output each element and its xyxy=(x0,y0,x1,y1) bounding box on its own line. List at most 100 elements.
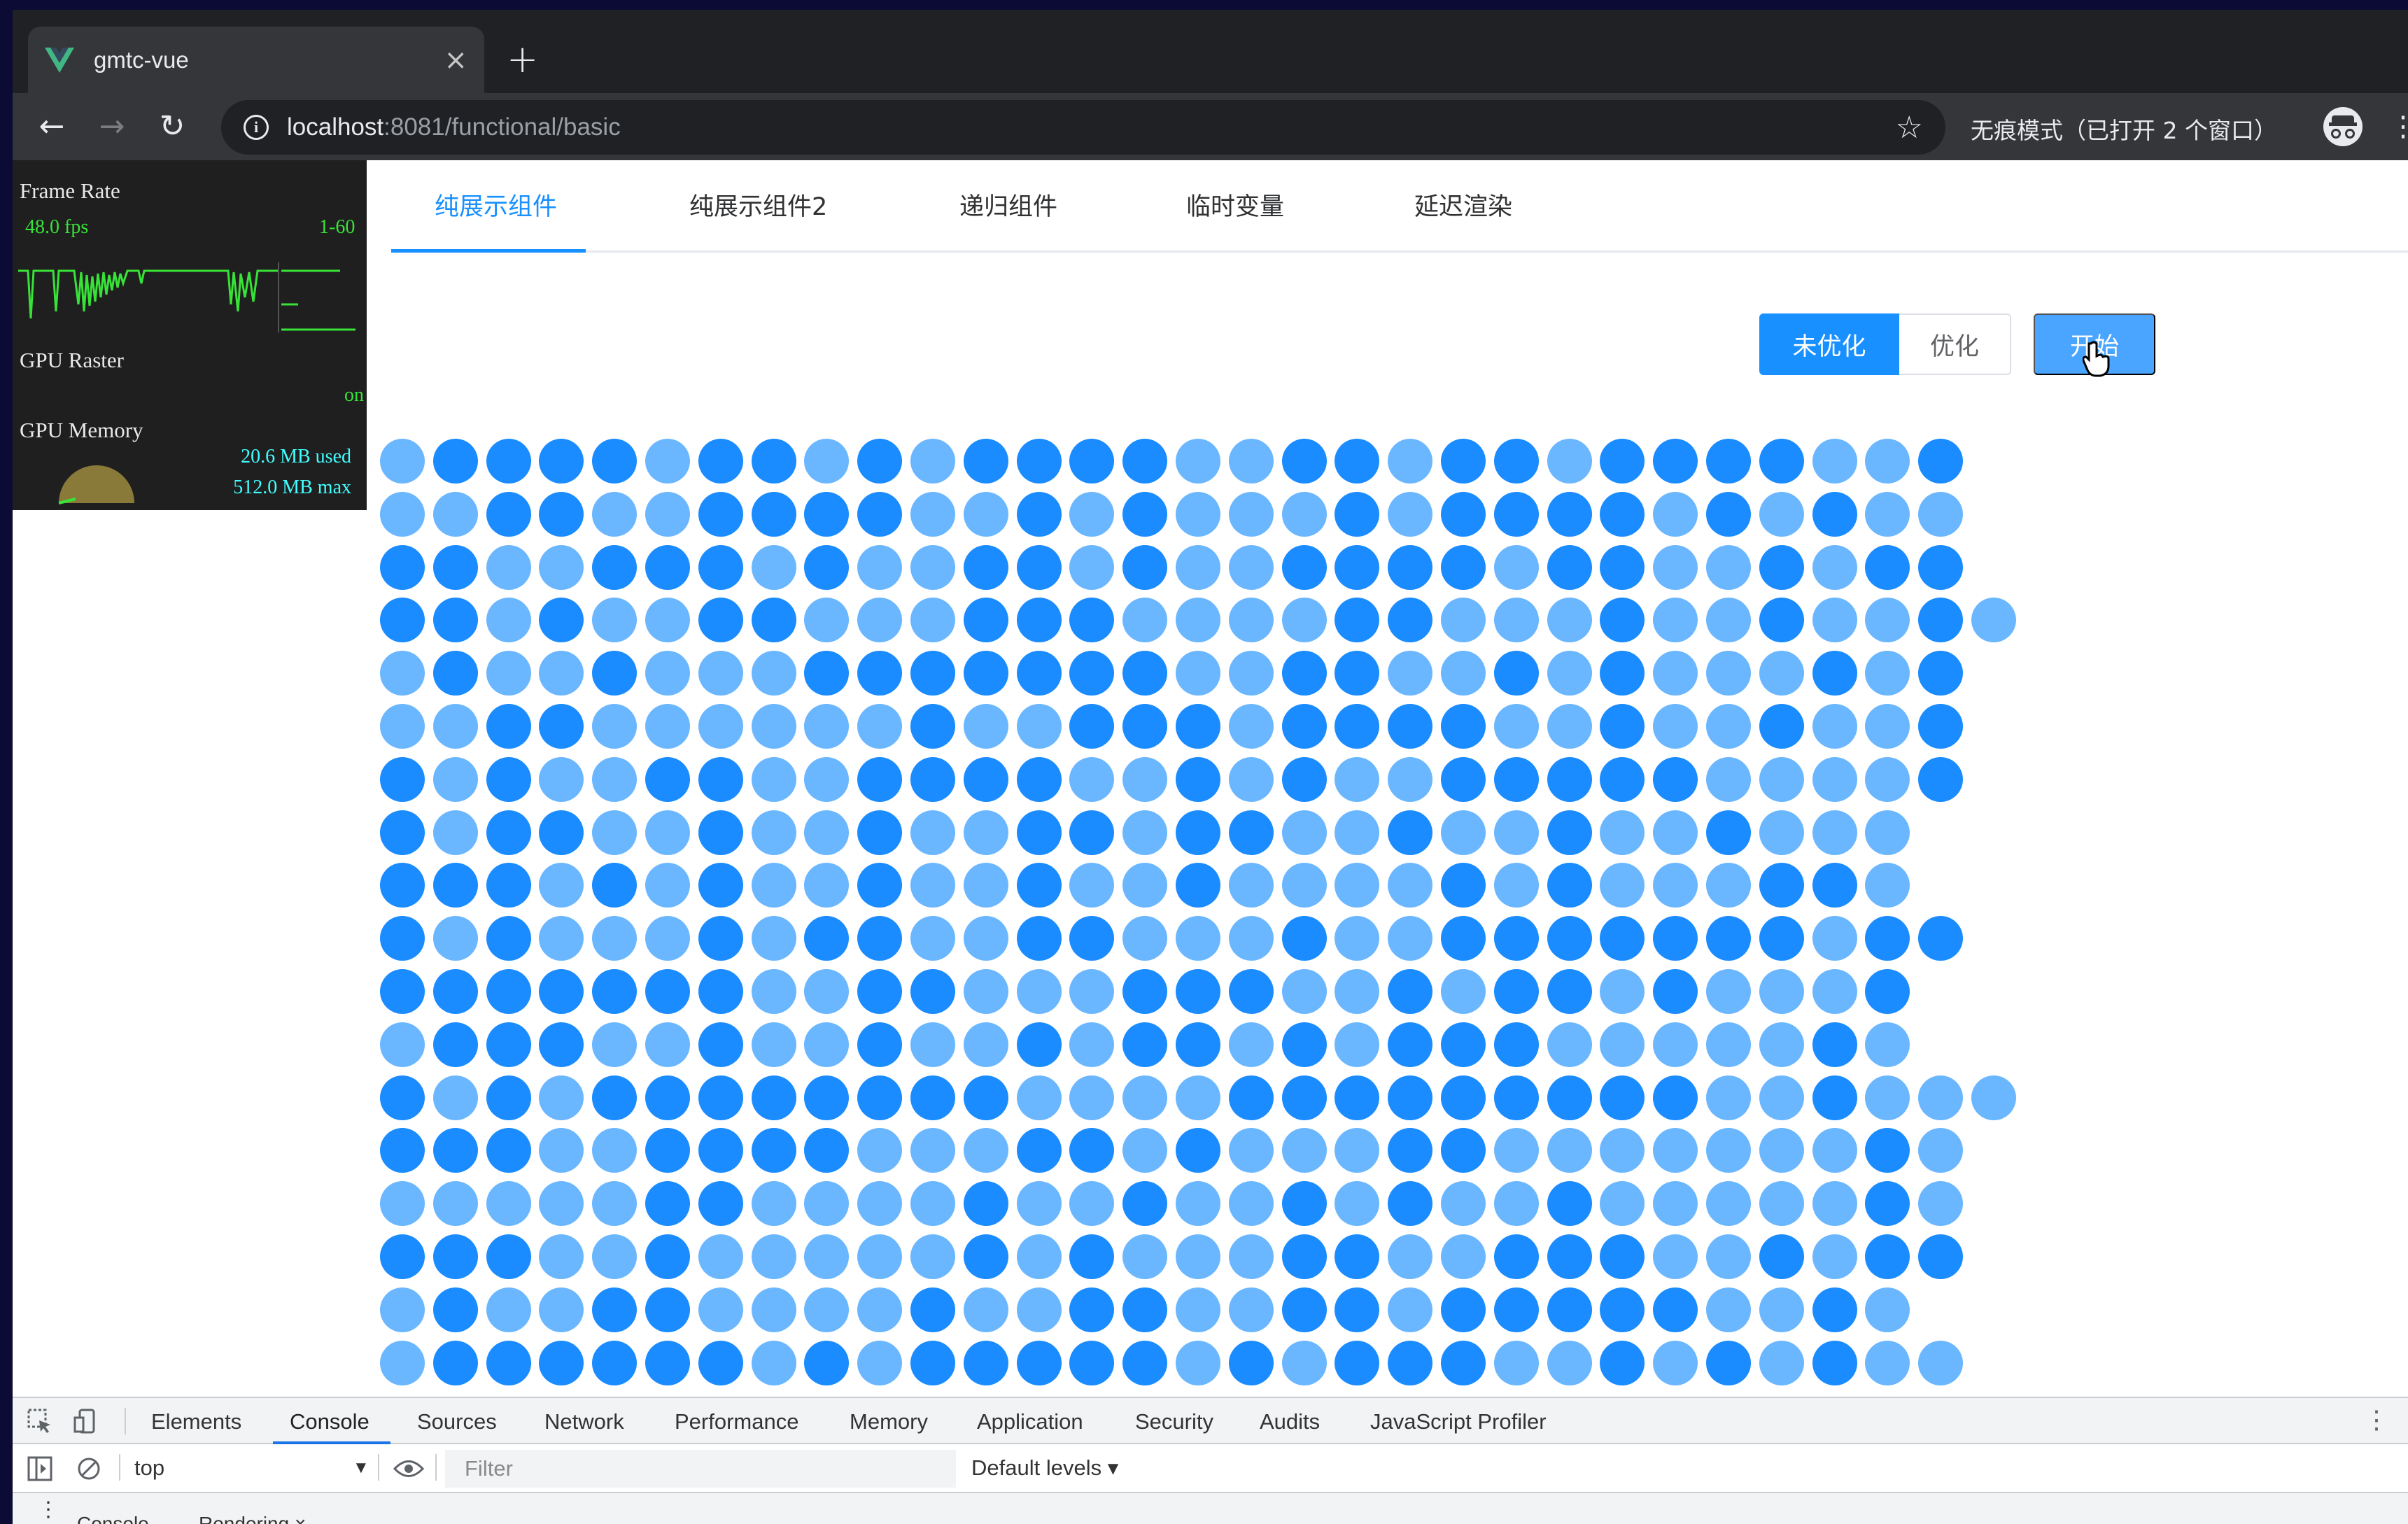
devtools-tab-bar: Elements Console Sources Network Performance… xyxy=(13,1398,2408,1444)
grid-dot xyxy=(752,810,796,855)
grid-dot xyxy=(1547,651,1592,696)
drawer-tab-console[interactable]: Console xyxy=(77,1513,149,1524)
grid-dot xyxy=(1706,1181,1751,1226)
grid-dot xyxy=(1547,1181,1592,1226)
devtools-tab-console[interactable]: Console xyxy=(290,1409,369,1434)
grid-dot xyxy=(1494,969,1539,1014)
tab-recursive[interactable]: 递归组件 xyxy=(959,187,1057,223)
grid-dot xyxy=(1122,757,1167,802)
grid-dot xyxy=(804,439,849,484)
new-tab-icon[interactable]: + xyxy=(507,41,538,78)
grid-dot xyxy=(1388,1128,1432,1173)
unoptimized-button[interactable]: 未优化 xyxy=(1759,313,1899,375)
grid-dot xyxy=(1335,1128,1379,1173)
tab-temp-variable[interactable]: 临时变量 xyxy=(1186,187,1284,223)
grid-dot xyxy=(1812,439,1857,484)
devtools-tab-performance[interactable]: Performance xyxy=(675,1409,798,1434)
tab-deferred-render[interactable]: 延迟渲染 xyxy=(1414,187,1512,223)
grid-dot xyxy=(698,598,743,642)
grid-dot xyxy=(1069,439,1114,484)
menu-icon[interactable]: ⋮ xyxy=(2389,108,2408,145)
grid-dot xyxy=(1441,916,1486,961)
devtools-tab-application[interactable]: Application xyxy=(977,1409,1083,1434)
address-bar[interactable]: i localhost:8081/functional/basic ☆ xyxy=(221,100,1945,155)
grid-dot xyxy=(1176,492,1220,537)
reload-icon[interactable]: ↻ xyxy=(153,107,192,146)
devtools-tab-audits[interactable]: Audits xyxy=(1260,1409,1320,1434)
grid-dot xyxy=(1122,439,1167,484)
drawer-menu-icon[interactable]: ⋮ xyxy=(38,1497,59,1522)
grid-dot xyxy=(645,1022,690,1067)
grid-dot xyxy=(752,1287,796,1332)
grid-dot xyxy=(1812,757,1857,802)
grid-dot xyxy=(1494,545,1539,590)
clear-console-icon[interactable] xyxy=(76,1455,102,1482)
grid-dot xyxy=(857,863,902,908)
grid-dot xyxy=(1335,1181,1379,1226)
grid-dot xyxy=(486,1128,531,1173)
grid-dot xyxy=(433,492,478,537)
grid-dot xyxy=(1865,704,1910,749)
inspect-element-icon[interactable] xyxy=(27,1408,53,1434)
grid-dot xyxy=(1388,969,1432,1014)
close-icon[interactable]: × xyxy=(444,46,467,74)
grid-dot xyxy=(1706,1287,1751,1332)
gpu-memory-label: GPU Memory xyxy=(20,418,143,442)
optimized-button[interactable]: 优化 xyxy=(1899,313,2011,375)
grid-dot xyxy=(857,1287,902,1332)
grid-dot xyxy=(1600,1287,1645,1332)
grid-dot xyxy=(698,704,743,749)
grid-dot xyxy=(1759,1022,1804,1067)
grid-dot xyxy=(1600,1075,1645,1120)
incognito-icon[interactable] xyxy=(2323,107,2363,146)
info-icon[interactable]: i xyxy=(244,115,269,140)
grid-dot xyxy=(1176,1234,1220,1279)
context-select[interactable]: top xyxy=(134,1455,164,1481)
grid-dot xyxy=(1759,545,1804,590)
grid-dot xyxy=(1229,1181,1274,1226)
eye-icon[interactable] xyxy=(393,1458,424,1479)
grid-dot xyxy=(1335,492,1379,537)
grid-dot xyxy=(645,1341,690,1385)
tab-pure-display[interactable]: 纯展示组件 xyxy=(435,187,557,223)
grid-dot xyxy=(1282,863,1327,908)
grid-dot xyxy=(592,969,637,1014)
console-filter-input[interactable] xyxy=(445,1450,956,1488)
grid-dot xyxy=(592,545,637,590)
grid-dot xyxy=(910,1287,955,1332)
url-text[interactable]: localhost:8081/functional/basic xyxy=(287,113,1896,141)
devtools-tab-sources[interactable]: Sources xyxy=(417,1409,497,1434)
star-icon[interactable]: ☆ xyxy=(1896,110,1923,146)
grid-dot xyxy=(1865,757,1910,802)
grid-dot xyxy=(1176,1341,1220,1385)
device-toolbar-icon[interactable] xyxy=(73,1408,99,1434)
grid-dot xyxy=(1865,439,1910,484)
back-arrow-icon[interactable]: ← xyxy=(32,107,71,146)
devtools-tab-memory[interactable]: Memory xyxy=(850,1409,928,1434)
grid-dot xyxy=(752,1181,796,1226)
grid-dot xyxy=(964,757,1008,802)
devtools-tab-javascript-profiler[interactable]: JavaScript Profiler xyxy=(1370,1409,1547,1434)
grid-dot xyxy=(698,757,743,802)
sidebar-toggle-icon[interactable] xyxy=(27,1455,53,1482)
chevron-down-icon[interactable]: ▼ xyxy=(353,1458,369,1478)
browser-tab[interactable]: gmtc-vue × xyxy=(28,27,484,93)
grid-dot xyxy=(1600,492,1645,537)
devtools-tab-security[interactable]: Security xyxy=(1135,1409,1213,1434)
grid-dot xyxy=(1441,598,1486,642)
devtools-tab-network[interactable]: Network xyxy=(544,1409,624,1434)
grid-dot xyxy=(1494,598,1539,642)
grid-dot xyxy=(592,598,637,642)
grid-dot xyxy=(1600,1341,1645,1385)
forward-arrow-icon[interactable]: → xyxy=(92,107,132,146)
grid-dot xyxy=(592,1234,637,1279)
grid-dot xyxy=(1812,916,1857,961)
devtools-tab-elements[interactable]: Elements xyxy=(151,1409,241,1434)
drawer-tab-rendering[interactable]: Rendering × xyxy=(199,1513,306,1524)
tab-pure-display-2[interactable]: 纯展示组件2 xyxy=(689,187,827,223)
more-options-icon[interactable]: ⋮ xyxy=(2364,1405,2389,1434)
grid-dot xyxy=(1653,969,1698,1014)
grid-dot xyxy=(1918,704,1963,749)
grid-dot xyxy=(1494,863,1539,908)
log-levels-dropdown[interactable]: Default levels ▾ xyxy=(971,1455,1118,1481)
